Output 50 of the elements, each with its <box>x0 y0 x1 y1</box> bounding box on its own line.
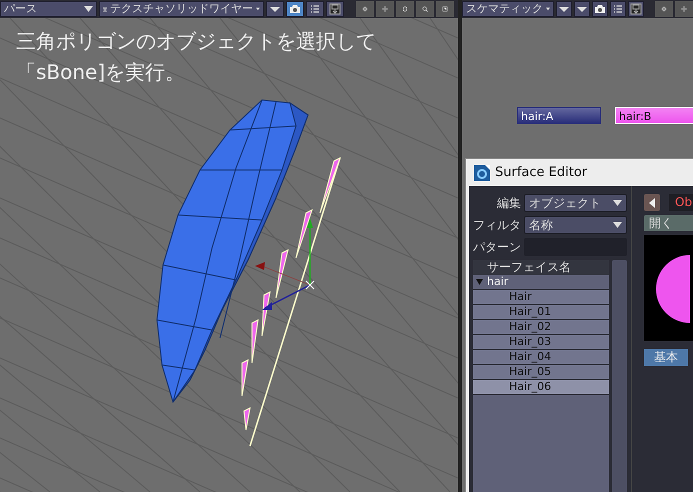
field-label: パターン <box>473 239 521 256</box>
camera-icon <box>288 2 302 16</box>
caret-icon <box>84 6 93 12</box>
toolbar-button[interactable] <box>326 1 344 17</box>
left-arrow-icon <box>649 198 655 208</box>
tab[interactable]: 基本 <box>644 349 688 366</box>
caret-icon <box>546 6 550 12</box>
caret-icon <box>613 200 622 206</box>
app-icon <box>474 164 490 180</box>
open-button[interactable]: 開く <box>644 215 693 231</box>
column-header: サーフェイス名 <box>473 260 609 275</box>
toolbar-button[interactable] <box>556 1 572 17</box>
sphere-preview <box>656 255 690 323</box>
toolbar-button[interactable] <box>610 1 626 17</box>
list-item[interactable]: Hair_02 <box>473 320 609 335</box>
instruction-text: 「sBone]を実行。 <box>16 59 186 86</box>
toolbar-button[interactable] <box>574 1 590 17</box>
toolbar-button[interactable] <box>592 1 608 17</box>
render-mode-menu[interactable]: テクスチャソリッドワイヤー <box>99 1 264 17</box>
toolbar-button[interactable] <box>266 1 284 17</box>
list-item[interactable]: Hair_03 <box>473 335 609 350</box>
list-item[interactable]: Hair_01 <box>473 305 609 320</box>
list-item[interactable]: Hair_06 <box>473 380 609 395</box>
schematic-node[interactable]: hair:B <box>615 107 693 124</box>
scrollbar[interactable] <box>612 260 627 492</box>
filter-dropdown[interactable]: 名称 <box>524 216 627 234</box>
list-item[interactable]: Hair_05 <box>473 365 609 380</box>
list-item[interactable]: Hair <box>473 290 609 305</box>
caret-icon <box>613 222 622 228</box>
schematic-node[interactable]: hair:A <box>517 107 601 124</box>
caret-icon <box>256 6 260 12</box>
save-icon <box>629 2 643 16</box>
list-item[interactable]: hair <box>473 275 609 290</box>
toolbar-button[interactable] <box>628 1 644 17</box>
instruction-text: 三角ポリゴンのオブジェクトを選択して <box>16 28 376 55</box>
camera-icon <box>593 2 607 16</box>
view-menu[interactable]: スケマティック <box>462 1 554 17</box>
back-button[interactable] <box>644 194 660 211</box>
toolbar-button[interactable] <box>306 1 324 17</box>
field-label: 編集 <box>496 195 521 212</box>
toolbar-button[interactable] <box>286 1 304 17</box>
list-item[interactable]: Hair_04 <box>473 350 609 365</box>
object-field: Ob <box>669 194 693 211</box>
edit-dropdown[interactable]: オブジェクト <box>524 194 627 212</box>
view-menu[interactable]: パース <box>0 1 97 17</box>
window-title: Surface Editor <box>495 164 588 182</box>
field-label: フィルタ <box>473 217 521 234</box>
grid-icon <box>103 4 108 14</box>
save-icon <box>328 2 342 16</box>
expanded-icon <box>476 278 483 285</box>
